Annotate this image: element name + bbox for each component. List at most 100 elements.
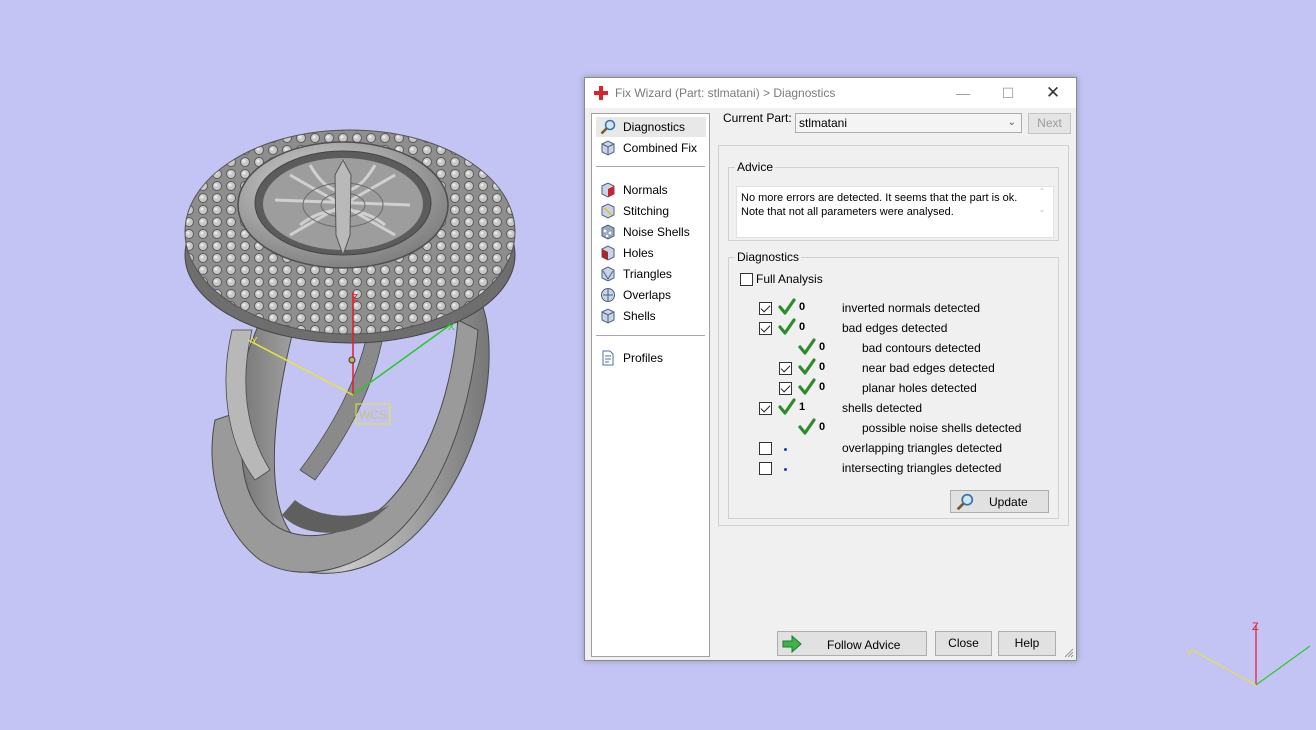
diagnostic-checkbox[interactable] — [759, 442, 772, 455]
green-check-icon — [798, 418, 816, 439]
diagnostic-count: 0 — [799, 321, 806, 333]
diagnostic-row: 0 near bad edges detected — [729, 358, 1069, 378]
diagnostic-row: intersecting triangles detected — [729, 458, 1069, 478]
nav-divider — [596, 166, 705, 167]
ring-model[interactable] — [184, 129, 516, 574]
pending-dot-icon — [784, 448, 787, 451]
noise-shells-icon — [601, 224, 615, 240]
holes-cube-icon — [601, 245, 615, 261]
advice-text: No more errors are detected. It seems th… — [736, 186, 1054, 238]
green-check-icon — [798, 378, 816, 399]
full-analysis-checkbox[interactable] — [740, 273, 753, 286]
diagnostic-label: near bad edges detected — [862, 361, 995, 375]
window-title: Fix Wizard (Part: stlmatani) > Diagnosti… — [615, 86, 836, 100]
follow-advice-label: Follow Advice — [827, 638, 901, 652]
diagnostic-checkbox[interactable] — [759, 302, 772, 315]
current-part-label: Current Part: — [723, 111, 792, 125]
diagnostic-label: bad edges detected — [842, 321, 948, 335]
shells-cube-icon — [601, 308, 615, 324]
pending-dot-icon — [784, 468, 787, 471]
diagnostic-label: inverted normals detected — [842, 301, 981, 315]
nav-item-overlaps[interactable]: Overlaps — [596, 285, 706, 305]
diagnostic-row: overlapping triangles detected — [729, 438, 1069, 458]
advice-title: Advice — [735, 160, 776, 174]
maximize-button[interactable]: ☐ — [985, 78, 1031, 108]
nav-item-noise-shells[interactable]: Noise Shells — [596, 222, 706, 242]
nav-item-diagnostics[interactable]: Diagnostics — [596, 117, 706, 137]
fix-wizard-dialog: Fix Wizard (Part: stlmatani) > Diagnosti… — [584, 77, 1077, 661]
nav-item-shells[interactable]: Shells — [596, 306, 706, 326]
document-icon — [602, 350, 614, 366]
diagnostics-title: Diagnostics — [735, 250, 802, 264]
nav-divider — [596, 335, 705, 336]
diagnostic-checkbox[interactable] — [759, 462, 772, 475]
nav-item-stitching[interactable]: Stitching — [596, 201, 706, 221]
stitching-cube-icon — [601, 203, 615, 219]
wizard-navigation: Diagnostics Combined Fix Normals Stitchi… — [591, 113, 710, 657]
diagnostic-row: 0 planar holes detected — [729, 378, 1069, 398]
diagnostic-count: 0 — [799, 301, 806, 313]
diagnostic-row: 1 shells detected — [729, 398, 1069, 418]
svg-text:X: X — [448, 322, 455, 333]
full-analysis-label: Full Analysis — [756, 272, 823, 286]
diagnostic-label: shells detected — [842, 401, 923, 415]
diagnostic-row: 0 bad contours detected — [729, 338, 1069, 358]
diagnostic-label: planar holes detected — [862, 381, 977, 395]
magnifier-icon — [956, 493, 974, 511]
next-button[interactable]: Next — [1028, 113, 1071, 134]
diagnostics-group: Diagnostics Full Analysis 0 inverted norm… — [728, 250, 1059, 519]
help-button[interactable]: Help — [998, 631, 1056, 656]
svg-text:Y: Y — [1186, 649, 1193, 660]
nav-item-combined-fix[interactable]: Combined Fix — [596, 138, 706, 158]
diagnostic-row: 0 inverted normals detected — [729, 298, 1069, 318]
nav-item-normals[interactable]: Normals — [596, 180, 706, 200]
normals-cube-icon — [601, 182, 615, 198]
minimize-button[interactable]: — — [940, 78, 986, 108]
diagnostic-row: 0 possible noise shells detected — [729, 418, 1069, 438]
nav-item-profiles[interactable]: Profiles — [596, 348, 706, 368]
title-bar[interactable]: Fix Wizard (Part: stlmatani) > Diagnosti… — [585, 78, 1076, 108]
close-button[interactable]: Close — [935, 631, 992, 656]
green-arrow-icon — [782, 635, 802, 653]
main-panel: Advice No more errors are detected. It s… — [718, 145, 1069, 526]
diagnostic-count: 0 — [819, 361, 826, 373]
nav-item-holes[interactable]: Holes — [596, 243, 706, 263]
svg-text:Z: Z — [1252, 621, 1259, 633]
current-part-select[interactable]: stlmatani ⌄ — [795, 113, 1022, 133]
overlaps-cube-icon — [601, 288, 615, 302]
diagnostic-row: 0 bad edges detected — [729, 318, 1069, 338]
resize-grip-icon[interactable] — [1064, 648, 1074, 658]
chevron-down-icon: ⌄ — [1007, 117, 1016, 128]
diagnostic-checkbox[interactable] — [779, 362, 792, 375]
advice-scrollbar[interactable]: ⌃ ⌄ — [1035, 187, 1049, 235]
close-window-button[interactable]: ✕ — [1030, 78, 1076, 108]
diagnostic-count: 0 — [819, 421, 826, 433]
green-check-icon — [778, 398, 796, 419]
green-check-icon — [778, 318, 796, 339]
diagnostic-label: possible noise shells detected — [862, 421, 1022, 435]
diagnostic-count: 0 — [819, 381, 826, 393]
diagnostic-checkbox[interactable] — [759, 402, 772, 415]
green-check-icon — [778, 298, 796, 319]
diagnostic-count: 0 — [819, 341, 826, 353]
triangles-cube-icon — [601, 266, 615, 282]
cube-icon — [601, 140, 615, 156]
magnifier-icon — [600, 119, 616, 135]
update-button[interactable]: Update — [950, 490, 1049, 513]
svg-text:Y: Y — [251, 336, 258, 347]
advice-group: Advice No more errors are detected. It s… — [728, 160, 1059, 241]
green-check-icon — [798, 358, 816, 379]
diagnostic-label: overlapping triangles detected — [842, 441, 1003, 455]
current-part-value: stlmatani — [799, 116, 848, 130]
update-label: Update — [989, 495, 1028, 509]
nav-item-triangles[interactable]: Triangles — [596, 264, 706, 284]
svg-text:Z: Z — [352, 293, 358, 304]
diagnostic-label: bad contours detected — [862, 341, 981, 355]
svg-text:WCS: WCS — [359, 408, 387, 422]
orientation-triad-icon: Z Y — [1186, 621, 1311, 686]
diagnostic-checkbox[interactable] — [759, 322, 772, 335]
red-cross-icon — [594, 86, 608, 100]
diagnostic-label: intersecting triangles detected — [842, 461, 1002, 475]
diagnostic-checkbox[interactable] — [779, 382, 792, 395]
follow-advice-button[interactable]: Follow Advice — [777, 631, 927, 656]
